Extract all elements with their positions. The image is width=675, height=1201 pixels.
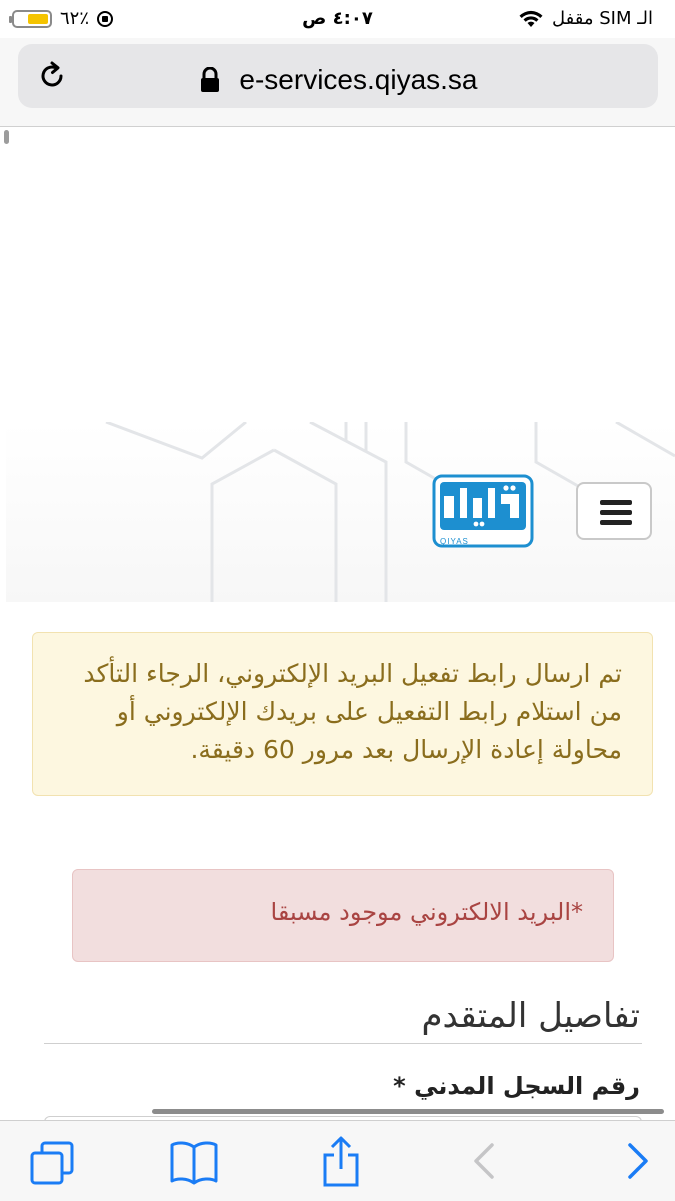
status-bar: الـ SIM مقفل ٤:٠٧ ص ٦٢٪ bbox=[0, 0, 675, 38]
rotation-lock-icon bbox=[97, 10, 114, 27]
battery-icon bbox=[9, 9, 52, 28]
logo-caption: QIYAS bbox=[440, 537, 469, 546]
tabs-icon[interactable] bbox=[26, 1135, 80, 1189]
battery-percent: ٦٢٪ bbox=[60, 8, 90, 29]
bookmarks-icon[interactable] bbox=[167, 1135, 221, 1189]
activation-notice-text: تم ارسال رابط تفعيل البريد الإلكتروني، ا… bbox=[83, 659, 622, 764]
section-title: تفاصيل المتقدم bbox=[421, 996, 640, 1036]
back-arrow-icon[interactable] bbox=[458, 1135, 512, 1189]
url-text: e-services.qiyas.sa bbox=[239, 64, 478, 95]
header-background-pattern bbox=[105, 422, 675, 602]
vertical-scroll-indicator bbox=[4, 130, 9, 144]
url-display[interactable]: e-services.qiyas.sa bbox=[18, 62, 658, 96]
section-divider bbox=[44, 1043, 642, 1044]
email-exists-error: *البريد الالكتروني موجود مسبقا bbox=[72, 869, 614, 962]
status-battery-group: ٦٢٪ bbox=[9, 8, 114, 29]
civil-id-label: رقم السجل المدني * bbox=[393, 1072, 640, 1100]
browser-top-bar: e-services.qiyas.sa bbox=[0, 38, 675, 127]
forward-arrow-icon[interactable] bbox=[612, 1135, 666, 1189]
site-header bbox=[6, 422, 675, 602]
address-bar[interactable]: e-services.qiyas.sa bbox=[18, 44, 658, 108]
email-exists-error-text: *البريد الالكتروني موجود مسبقا bbox=[270, 898, 583, 926]
battery-level bbox=[28, 13, 48, 24]
share-icon[interactable] bbox=[314, 1135, 368, 1189]
lock-icon bbox=[200, 67, 219, 92]
browser-toolbar bbox=[0, 1120, 675, 1201]
menu-button[interactable] bbox=[576, 482, 652, 540]
horizontal-scroll-indicator bbox=[152, 1109, 664, 1114]
activation-notice: تم ارسال رابط تفعيل البريد الإلكتروني، ا… bbox=[32, 632, 653, 796]
